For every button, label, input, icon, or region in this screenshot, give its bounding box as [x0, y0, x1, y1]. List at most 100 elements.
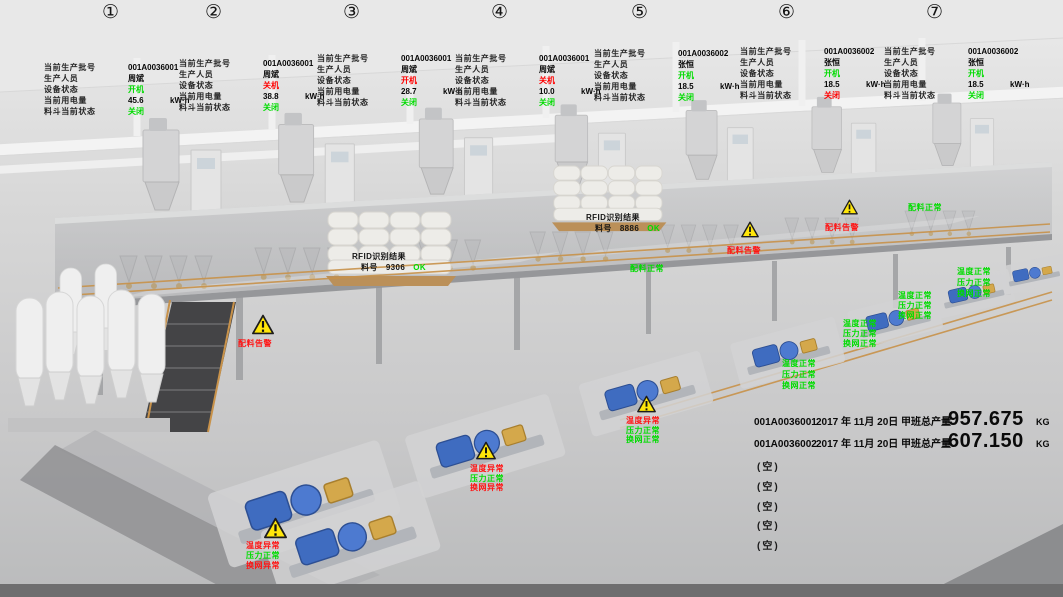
rfid-result-line: 料号9306OK	[352, 263, 426, 274]
operator-label: 生产人员	[44, 73, 128, 84]
rfid-ok-status: OK	[647, 224, 660, 233]
rfid-ok-status: OK	[413, 263, 426, 272]
empty-slot: (空)	[757, 458, 780, 473]
line-info-panel-7: 当前生产批号001A0036002 生产人员张恒 设备状态开机 当前用电量18.…	[884, 46, 1059, 101]
line-number-2[interactable]: ②	[205, 3, 222, 23]
line-number-6[interactable]: ⑥	[778, 3, 795, 23]
power-unit: kW·h	[720, 82, 740, 91]
empty-slot: (空)	[757, 498, 780, 513]
hopper-status-value: 关闭	[968, 91, 984, 100]
hmi-screen: ① ② ③ ④ ⑤ ⑥ ⑦ 当前生产批号001A0036001 生产人员周斌 设…	[0, 0, 1063, 597]
empty-slot: (空)	[757, 537, 780, 552]
dosing-alarm-label: 配料告警	[825, 222, 859, 233]
power-value: 38.8	[263, 91, 289, 102]
status-line: 温度正常	[782, 358, 816, 369]
power-label: 当前用电量	[594, 81, 678, 92]
shift-total-row: 001A0036001 2017 年 11月 20日 甲班总产量 957.675…	[754, 408, 1050, 431]
batch-label: 当前生产批号	[740, 46, 824, 57]
hopper-status-value: 关闭	[128, 107, 144, 116]
rfid-result-line: 料号 8886 OK	[586, 224, 660, 235]
extruder-status-stack-3: 温度异常 压力正常 换网正常	[626, 416, 660, 445]
status-line: 换网异常	[246, 561, 280, 571]
hopper-status-value: 关闭	[401, 98, 417, 107]
rfid-part-number: 8886	[620, 224, 639, 233]
batch-label: 当前生产批号	[44, 62, 128, 73]
status-line: 压力正常	[626, 426, 660, 436]
total-unit: KG	[1036, 417, 1050, 427]
operator-label: 生产人员	[594, 59, 678, 70]
warning-icon	[636, 395, 657, 413]
extruder-status-stack-4: 温度正常 压力正常 换网正常	[782, 358, 816, 391]
rfid-result-block: RFID识别结果 料号 8886 OK	[586, 213, 660, 234]
power-label: 当前用电量	[317, 86, 401, 97]
batch-value: 001A0036002	[678, 49, 728, 58]
panel-row: 当前生产批号001A0036002	[884, 46, 1059, 57]
total-unit: KG	[1036, 439, 1050, 449]
power-label: 当前用电量	[455, 86, 539, 97]
status-line: 换网正常	[782, 380, 816, 391]
power-label: 当前用电量	[179, 91, 263, 102]
empty-slot: (空)	[757, 478, 780, 493]
power-unit: kW·h	[866, 80, 886, 89]
status-line: 温度正常	[957, 266, 991, 277]
status-line: 温度异常	[470, 464, 504, 474]
batch-label: 当前生产批号	[455, 53, 539, 64]
hopper-status-label: 料斗当前状态	[740, 90, 824, 101]
line-number-3[interactable]: ③	[343, 3, 360, 23]
operator-label: 生产人员	[455, 64, 539, 75]
device-status-label: 设备状态	[740, 68, 824, 79]
extruder-status-stack-1: 温度异常 压力正常 换网异常	[246, 541, 280, 571]
line-number-4[interactable]: ④	[491, 3, 508, 23]
rfid-title: RFID识别结果	[352, 252, 426, 263]
operator-value: 周斌	[539, 65, 555, 74]
hopper-status-label: 料斗当前状态	[179, 102, 263, 113]
bottom-edge	[0, 584, 1063, 597]
device-status-value: 开机	[968, 69, 984, 78]
hopper-status-value: 关闭	[824, 91, 840, 100]
operator-value: 张恒	[824, 58, 840, 67]
operator-label: 生产人员	[740, 57, 824, 68]
device-status-value: 开机	[128, 85, 144, 94]
dosing-ok-label: 配料正常	[630, 263, 664, 274]
line-number-7[interactable]: ⑦	[926, 3, 943, 23]
device-status-value: 开机	[824, 69, 840, 78]
device-status-value: 开机	[678, 71, 694, 80]
total-value: 607.150	[948, 430, 1036, 453]
status-line: 压力正常	[957, 277, 991, 288]
device-status-label: 设备状态	[179, 80, 263, 91]
hopper-status-label: 料斗当前状态	[455, 97, 539, 108]
warning-icon	[263, 517, 288, 539]
device-status-value: 开机	[401, 76, 417, 85]
total-value: 957.675	[948, 408, 1036, 431]
line-number-1[interactable]: ①	[102, 3, 119, 23]
warning-icon	[740, 221, 760, 238]
status-line: 温度正常	[843, 319, 877, 329]
panel-row: 生产人员张恒	[884, 57, 1059, 68]
dosing-ok-label: 配料正常	[908, 202, 942, 213]
status-line: 压力正常	[843, 329, 877, 339]
hopper-status-value: 关闭	[539, 98, 555, 107]
status-line: 换网异常	[470, 483, 504, 493]
operator-value: 周斌	[401, 65, 417, 74]
power-value: 18.5	[824, 79, 850, 90]
panel-row: 当前用电量18.5kW·h	[884, 79, 1059, 90]
operator-value: 周斌	[128, 74, 144, 83]
batch-value: 001A0036002	[968, 47, 1018, 56]
rfid-part-label: 料号	[595, 224, 612, 233]
power-value: 28.7	[401, 86, 427, 97]
status-line: 换网正常	[843, 339, 877, 349]
total-date-label: 2017 年 11月 20日 甲班总产量	[816, 435, 948, 450]
status-line: 压力正常	[470, 474, 504, 484]
operator-label: 生产人员	[317, 64, 401, 75]
line-number-5[interactable]: ⑤	[631, 3, 648, 23]
power-label: 当前用电量	[740, 79, 824, 90]
device-status-value: 关机	[263, 81, 279, 90]
operator-value: 周斌	[263, 70, 279, 79]
power-unit: kW·h	[1010, 80, 1030, 89]
operator-value: 张恒	[968, 58, 984, 67]
status-line: 温度异常	[246, 541, 280, 551]
extruder-status-stack-6: 温度正常 压力正常 换网正常	[898, 291, 932, 321]
device-status-value: 关机	[539, 76, 555, 85]
panel-row: 设备状态开机	[884, 68, 1059, 79]
rfid-title: RFID识别结果	[586, 213, 660, 224]
